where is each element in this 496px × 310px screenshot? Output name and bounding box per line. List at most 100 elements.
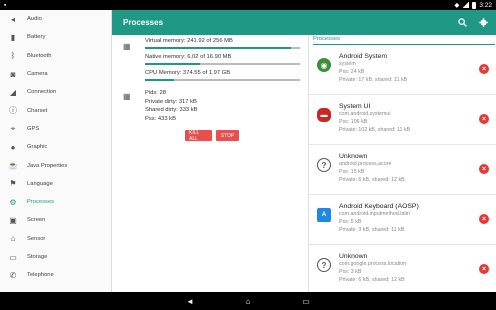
android-globe-icon: ◉ <box>317 58 331 72</box>
sidebar-item-audio[interactable]: ◂ Audio <box>0 10 111 28</box>
virtual-memory-label: Virtual memory: 241.92 of 256 MB <box>145 38 233 44</box>
notification-icon: ▪ <box>4 1 7 9</box>
settings-icon[interactable] <box>479 18 488 27</box>
keyboard-icon: A <box>317 208 331 222</box>
kill-process-button[interactable]: × <box>479 264 489 274</box>
sidebar-item-bluetooth[interactable]: ᛒ Bluetooth <box>0 47 111 65</box>
sidebar-item-label: Connection <box>27 89 57 96</box>
kill-process-button[interactable]: × <box>479 164 489 174</box>
kill-process-button[interactable]: × <box>479 214 489 224</box>
virtual-memory-bar <box>145 47 300 49</box>
native-memory-bar-fill <box>145 63 201 65</box>
phone-icon: ✆ <box>9 270 17 280</box>
sidebar-item-label: Screen <box>27 217 46 224</box>
pids-text: Pids: 28 <box>145 90 166 96</box>
screen-icon: ▣ <box>9 215 17 225</box>
process-package: com.google.process.location <box>339 261 407 267</box>
globe-icon: ● <box>10 142 16 152</box>
status-bar: ▪ ◆ 3:22 <box>0 0 496 10</box>
sidebar-item-label: Processes <box>27 199 55 206</box>
sidebar-item-telephone[interactable]: ✆ Telephone <box>0 266 111 284</box>
clock: 3:22 <box>479 1 492 9</box>
process-pss: Pss: 24 kB <box>339 68 365 75</box>
native-memory-row: Native memory: 6.02 of 16.90 MB <box>145 54 300 66</box>
process-item-unknown-location[interactable]: ? Unknown com.google.process.location Ps… <box>309 245 496 295</box>
sidebar-item-camera[interactable]: ◙ Camera <box>0 65 111 83</box>
kill-process-button[interactable]: × <box>479 114 489 124</box>
sidebar-item-label: Battery <box>27 34 46 41</box>
process-memory: Private: 102 kB, shared: 11 kB <box>339 126 411 133</box>
sidebar-item-label: Camera <box>27 71 48 78</box>
sidebar-item-connection[interactable]: ◢ Connection <box>0 83 111 101</box>
search-icon[interactable] <box>458 18 467 27</box>
process-chip-icon: ▦ <box>123 92 131 101</box>
process-memory: Private: 3 kB, shared: 11 kB <box>339 226 405 233</box>
cpu-memory-row: CPU Memory: 374.55 of 1.97 GB <box>145 70 300 82</box>
kill-process-button[interactable]: × <box>479 64 489 74</box>
sidebar-item-label: Sensor <box>27 235 46 242</box>
battery-icon: ▮ <box>10 32 16 42</box>
sidebar-item-java-properties[interactable]: ☕ Java Properties <box>0 156 111 174</box>
process-pss: Pss: 3 kB <box>339 268 362 275</box>
sidebar-item-processes[interactable]: ⚙ Processes <box>0 193 111 211</box>
navigation-bar: ◄ ⌂ ▭ <box>0 292 496 310</box>
cpu-memory-bar-fill <box>145 79 174 81</box>
sidebar-item-charset[interactable]: ⓘ Charset <box>0 101 111 119</box>
process-item-system-ui[interactable]: ▬ System UI com.android.systemui Pss: 10… <box>309 95 496 145</box>
wifi-icon: ◆ <box>454 2 460 9</box>
back-icon[interactable]: ◄ <box>184 296 196 306</box>
sidebar-item-label: Telephone <box>27 272 54 279</box>
sidebar-item-label: Charset <box>27 107 48 114</box>
virtual-memory-bar-fill <box>145 47 292 49</box>
virtual-memory-row: Virtual memory: 241.92 of 256 MB <box>145 38 300 50</box>
pss-text: Pss: 433 kB <box>145 115 176 122</box>
process-name: Android Keyboard (AOSP) <box>339 203 419 210</box>
process-memory: Private: 6 kB, shared: 12 kB <box>339 276 405 283</box>
coffee-icon: ☕ <box>8 161 18 171</box>
home-icon[interactable]: ⌂ <box>242 296 254 306</box>
signal-icon <box>462 2 470 8</box>
sidebar-item-storage[interactable]: ▭ Storage <box>0 248 111 266</box>
android-red-icon: ▬ <box>317 108 331 122</box>
bluetooth-icon: ᛒ <box>10 51 16 61</box>
kill-all-button[interactable]: KILL ALL <box>185 130 212 142</box>
sidebar-item-gps[interactable]: ⌖ GPS <box>0 120 111 138</box>
flag-icon: ⚑ <box>9 179 17 189</box>
app-bar-actions <box>458 10 488 35</box>
native-memory-label: Native memory: 6.02 of 16.90 MB <box>145 54 232 60</box>
sidebar-item-graphic[interactable]: ● Graphic <box>0 138 111 156</box>
process-pss: Pss: 5 kB <box>339 218 362 225</box>
process-item-android-keyboard[interactable]: A Android Keyboard (AOSP) com.android.in… <box>309 195 496 245</box>
sensor-icon: ⌂ <box>10 234 16 244</box>
process-memory: Private: 6 kB, shared: 12 kB <box>339 176 405 183</box>
process-info: Android System system Pss: 24 kB Private… <box>339 52 407 84</box>
speaker-icon: ◂ <box>10 14 15 24</box>
process-info: System UI com.android.systemui Pss: 106 … <box>339 102 410 134</box>
private-dirty-text: Private dirty: 317 kB <box>145 98 197 105</box>
storage-icon: ▭ <box>9 252 17 262</box>
memory-chip-icon: ▦ <box>123 42 131 51</box>
unknown-icon: ? <box>317 158 331 172</box>
process-detail-lines: Pids: 28 Private dirty: 317 kB Shared di… <box>145 89 198 123</box>
native-memory-bar <box>145 63 300 65</box>
process-package: com.android.systemui <box>339 111 391 117</box>
signal-icon: ◢ <box>9 87 17 97</box>
sidebar-item-label: Language <box>27 180 53 187</box>
recents-icon[interactable]: ▭ <box>300 296 312 306</box>
processes-icon: ⚙ <box>9 197 17 207</box>
process-item-android-system[interactable]: ◉ Android System system Pss: 24 kB Priva… <box>309 45 496 95</box>
process-info: Unknown android.process.acore Pss: 15 kB… <box>339 152 405 184</box>
camera-icon: ◙ <box>10 69 16 79</box>
sidebar-item-sensor[interactable]: ⌂ Sensor <box>0 230 111 248</box>
sidebar-item-language[interactable]: ⚑ Language <box>0 175 111 193</box>
sidebar-item-battery[interactable]: ▮ Battery <box>0 28 111 46</box>
stop-button[interactable]: STOP <box>216 130 239 141</box>
process-list-pane: Processes ◉ Android System system Pss: 2… <box>308 35 496 292</box>
process-item-unknown-acore[interactable]: ? Unknown android.process.acore Pss: 15 … <box>309 145 496 195</box>
process-info: Android Keyboard (AOSP) com.android.inpu… <box>339 202 419 234</box>
process-package: android.process.acore <box>339 161 392 167</box>
unknown-icon: ? <box>317 258 331 272</box>
sidebar-item-screen[interactable]: ▣ Screen <box>0 211 111 229</box>
sidebar-item-label: Graphic <box>27 144 48 151</box>
process-memory: Private: 17 kB, shared: 11 kB <box>339 76 408 83</box>
